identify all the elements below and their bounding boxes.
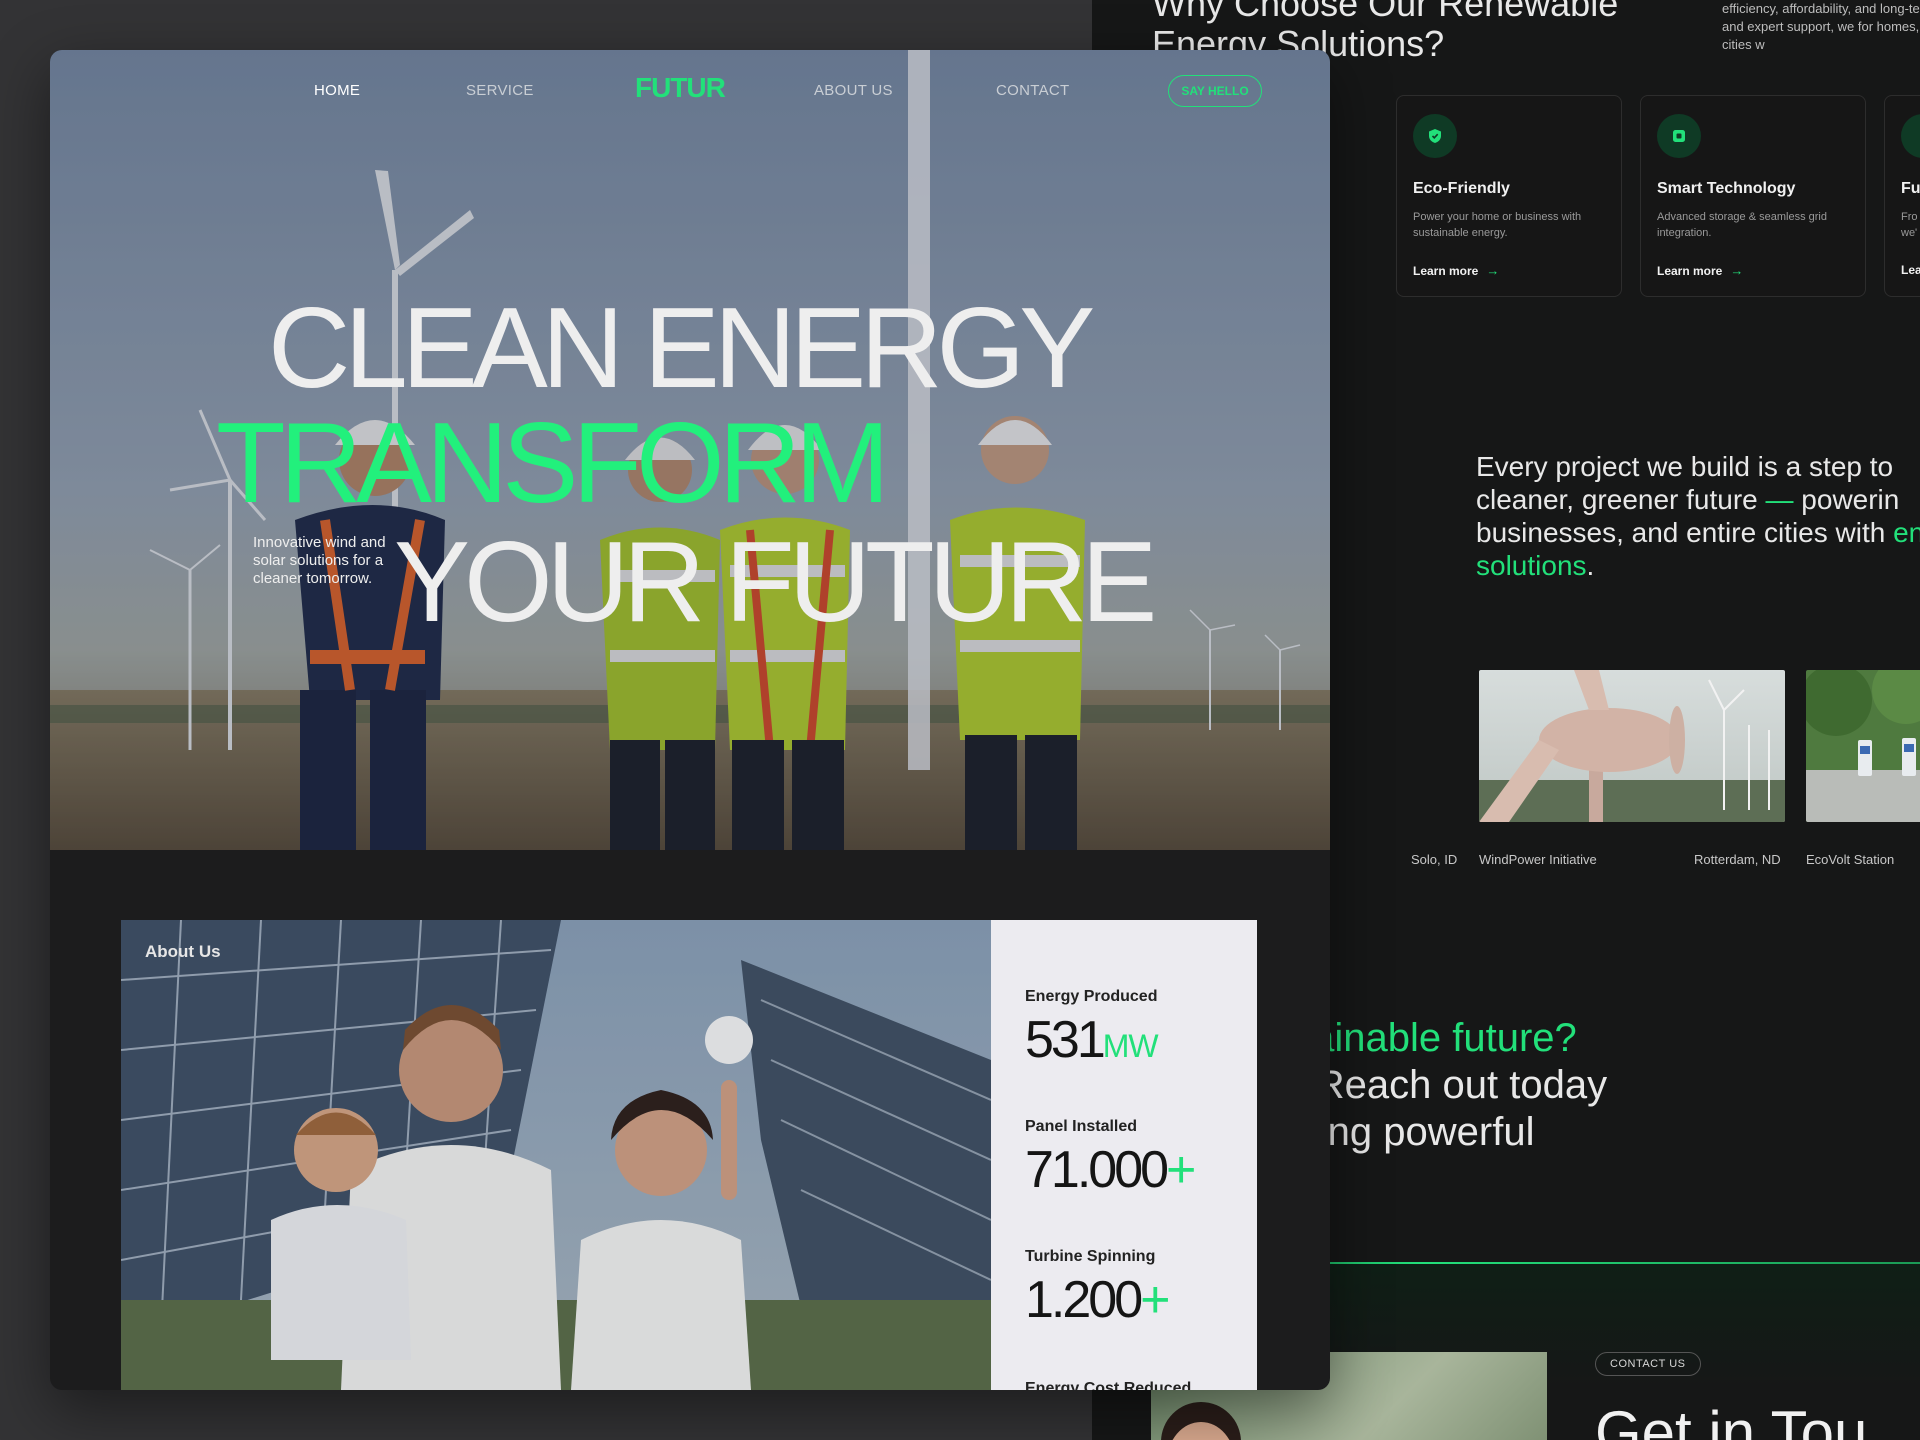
hero-section: HOME SERVICE FUTUR ABOUT US CONTACT SAY … <box>50 50 1330 850</box>
stat-label: Panel Installed <box>1025 1118 1138 1135</box>
learn-more-link[interactable]: Learn more → <box>1413 263 1499 278</box>
project-caption: Solo, ID <box>1411 852 1458 867</box>
feature-card-desc: Fro we' <box>1901 211 1918 239</box>
stats-panel: Energy Produced 531MW Panel Installed 71… <box>991 920 1257 1390</box>
contact-heading: Get in Tou <box>1595 1399 1868 1440</box>
nav-home[interactable]: HOME <box>314 82 360 99</box>
feature-card-desc: Advanced storage & seamless grid integra… <box>1657 211 1827 239</box>
mission-statement: Every project we build is a step to clea… <box>1476 451 1920 581</box>
about-us-label: About Us <box>145 942 221 961</box>
contact-us-badge: CONTACT US <box>1595 1352 1701 1376</box>
stat-turbine-spinning: Turbine Spinning 1.200+ <box>1025 1248 1171 1329</box>
chip-icon <box>1657 114 1701 158</box>
stat-label: Energy Cost Reduced <box>1025 1380 1192 1390</box>
project-image-windpower[interactable] <box>1479 670 1785 822</box>
feature-card-smart-technology[interactable]: Smart Technology Advanced storage & seam… <box>1640 95 1866 297</box>
hero-headline-line-3: YOUR FUTURE <box>394 519 1157 646</box>
stat-energy-cost-reduced: Energy Cost Reduced <box>1025 1380 1191 1390</box>
stat-panel-installed: Panel Installed 71.000+ <box>1025 1118 1196 1199</box>
stat-label: Turbine Spinning <box>1025 1248 1156 1265</box>
futur-logo[interactable]: FUTUR <box>635 72 726 104</box>
shield-icon <box>1413 114 1457 158</box>
nav-contact[interactable]: CONTACT <box>996 82 1069 99</box>
feature-icon <box>1901 114 1920 158</box>
feature-card-title: Fu <box>1901 180 1920 197</box>
top-navigation: HOME SERVICE FUTUR ABOUT US CONTACT SAY … <box>50 64 1330 114</box>
learn-more-link[interactable]: Learn more → <box>1657 263 1743 278</box>
feature-card-eco-friendly[interactable]: Eco-Friendly Power your home or business… <box>1396 95 1622 297</box>
feature-card-title: Smart Technology <box>1657 180 1796 197</box>
learn-more-link[interactable]: Lea <box>1901 263 1920 277</box>
nav-about-us[interactable]: ABOUT US <box>814 82 893 99</box>
project-caption: WindPower Initiative <box>1479 852 1597 867</box>
project-image-ecovolt[interactable] <box>1806 670 1920 822</box>
arrow-right-icon: → <box>1730 263 1744 278</box>
feature-card-title: Eco-Friendly <box>1413 180 1510 197</box>
say-hello-button[interactable]: SAY HELLO <box>1168 75 1262 107</box>
landing-page: HOME SERVICE FUTUR ABOUT US CONTACT SAY … <box>50 50 1330 1390</box>
feature-card-future[interactable]: Fu Fro we' Lea <box>1884 95 1920 297</box>
stat-label: Energy Produced <box>1025 988 1158 1005</box>
about-family-solar-image: About Us <box>121 920 991 1390</box>
hero-headline-line-1: CLEAN ENERGY <box>268 285 1095 412</box>
nav-service[interactable]: SERVICE <box>466 82 534 99</box>
arrow-right-icon: → <box>1486 263 1500 278</box>
about-section: About Us Energy Produced 531MW Panel Ins… <box>121 920 1257 1390</box>
hero-subtitle: Innovative wind and solar solutions for … <box>253 534 386 587</box>
hero-headline-line-2: TRANSFORM <box>216 400 890 527</box>
stat-value: 71.000+ <box>1025 1141 1196 1199</box>
why-choose-description: efficiency, affordability, and long-term… <box>1722 1 1920 52</box>
stat-energy-produced: Energy Produced 531MW <box>1025 988 1159 1069</box>
project-caption: EcoVolt Station <box>1806 852 1895 867</box>
stat-value: 1.200+ <box>1025 1271 1171 1329</box>
project-caption: Rotterdam, ND <box>1694 852 1781 867</box>
stat-value: 531MW <box>1025 1011 1159 1069</box>
feature-card-desc: Power your home or business with sustain… <box>1413 211 1582 239</box>
